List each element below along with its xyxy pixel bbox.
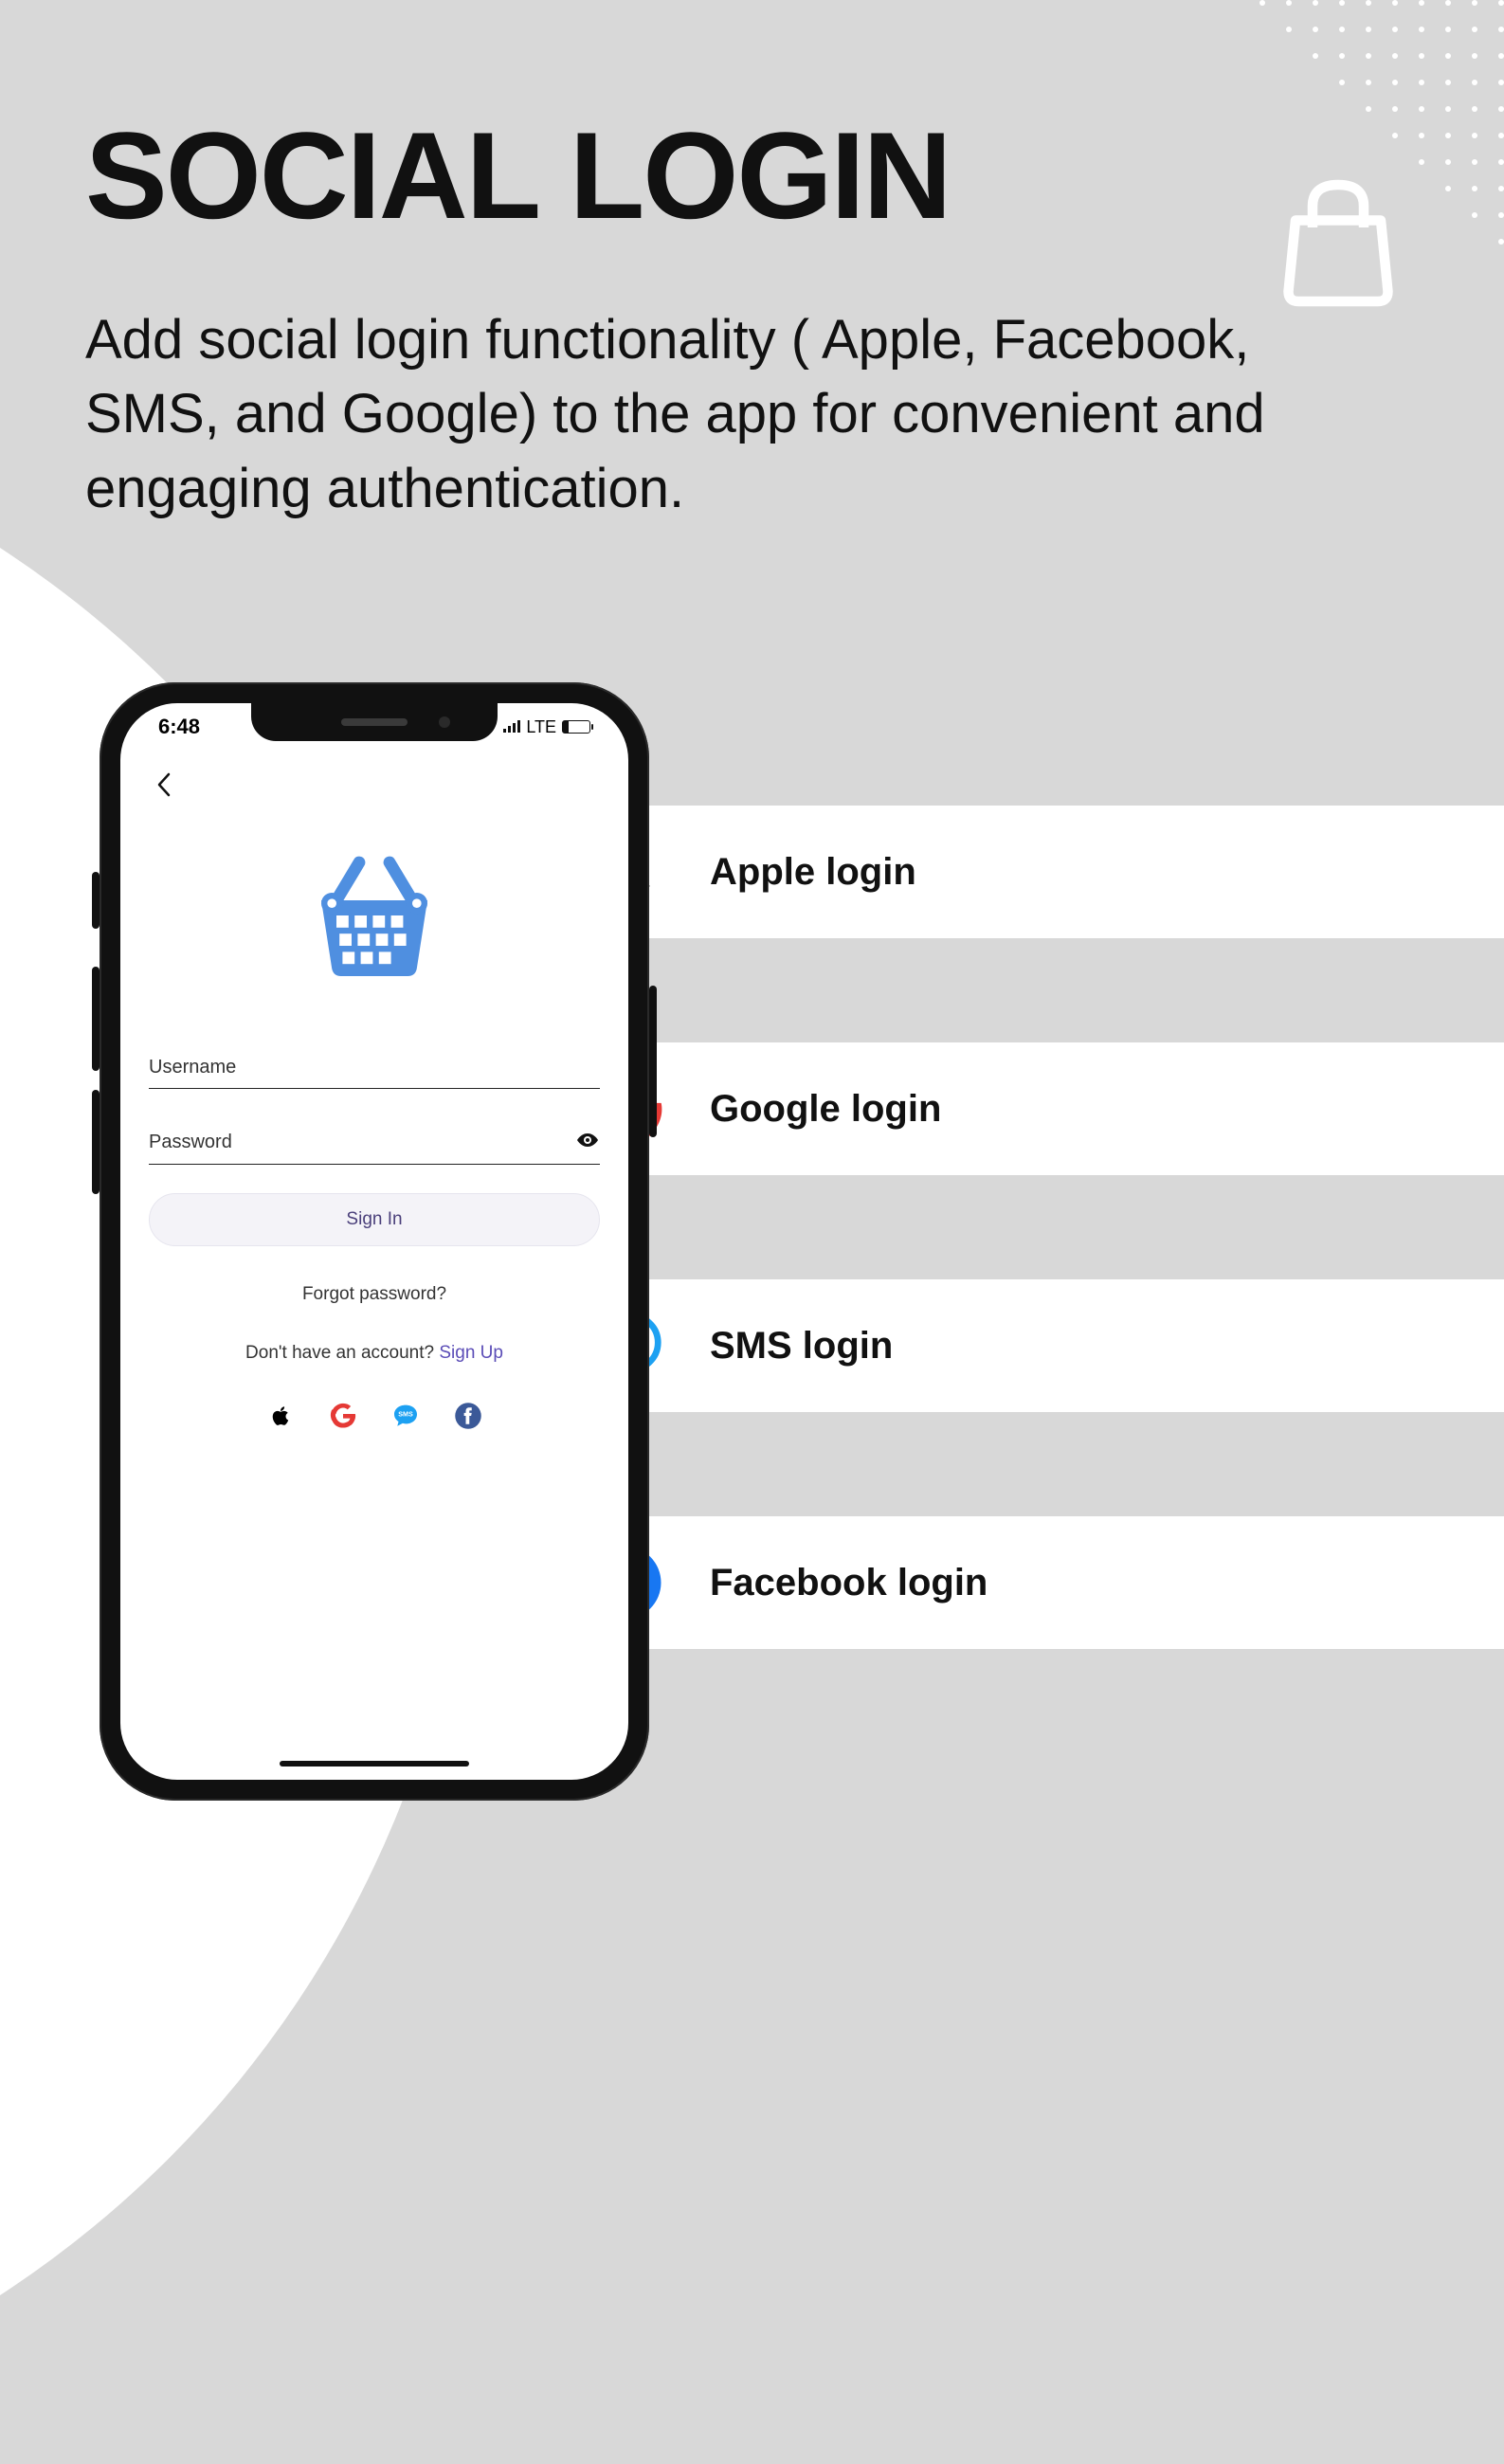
svg-text:SMS: SMS [398,1410,413,1419]
feature-pill-sms: SMS SMS login [547,1279,1504,1412]
sms-login-button[interactable]: SMS [391,1402,420,1430]
feature-pill-label: Facebook login [710,1562,988,1604]
signup-link[interactable]: Sign Up [439,1343,503,1363]
page-description: Add social login functionality ( Apple, … [85,303,1270,526]
feature-pill-apple: Apple login [547,806,1504,938]
home-indicator[interactable] [280,1761,469,1766]
eye-icon[interactable] [575,1131,600,1154]
password-label: Password [149,1132,232,1153]
feature-pill-label: Apple login [710,851,916,894]
signal-icon [503,717,520,737]
phone-notch [251,703,498,741]
password-field[interactable]: Password [149,1117,600,1165]
shopping-bag-icon [1267,171,1409,313]
forgot-password-link[interactable]: Forgot password? [149,1284,600,1305]
apple-login-button[interactable] [266,1402,295,1430]
feature-pill-label: Google login [710,1088,941,1131]
google-login-button[interactable] [329,1402,357,1430]
feature-pill-google: Google login [547,1042,1504,1175]
network-label: LTE [526,717,556,737]
signin-button-label: Sign In [346,1209,402,1230]
social-login-row: SMS [149,1402,600,1430]
app-logo [149,844,600,987]
back-button[interactable] [149,760,600,806]
page-title: SOCIAL LOGIN [85,104,951,246]
feature-pill-facebook: Facebook login [547,1516,1504,1649]
username-field[interactable]: Username [149,1043,600,1089]
phone-mockup: 6:48 LTE [100,682,649,1801]
feature-pill-label: SMS login [710,1325,893,1368]
status-time: 6:48 [158,715,200,739]
no-account-text: Don't have an account? [245,1343,439,1363]
signup-prompt: Don't have an account? Sign Up [149,1343,600,1364]
facebook-login-button[interactable] [454,1402,482,1430]
signin-button[interactable]: Sign In [149,1193,600,1246]
battery-icon [562,720,590,734]
username-label: Username [149,1057,236,1078]
